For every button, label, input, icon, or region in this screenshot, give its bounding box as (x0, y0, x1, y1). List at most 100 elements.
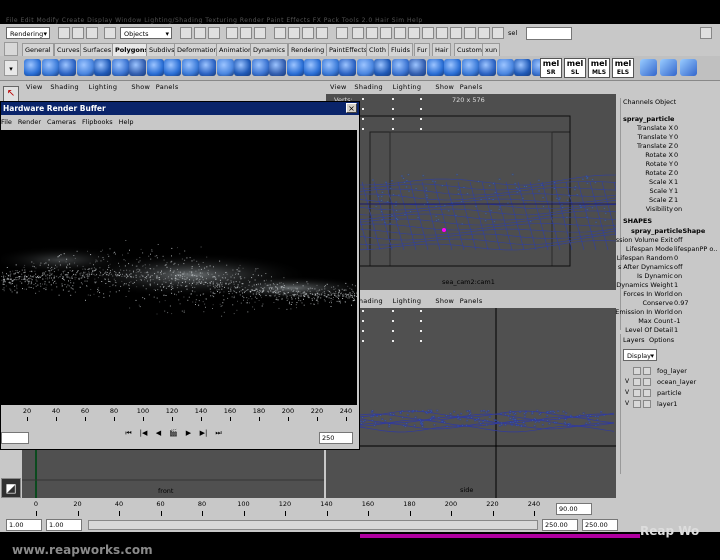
channel-value[interactable]: 1 (674, 178, 678, 187)
menuset-dropdown[interactable]: Rendering (6, 27, 50, 40)
snap-point-icon[interactable] (254, 27, 266, 39)
shelf-bridge-icon[interactable] (374, 59, 391, 76)
shelf-separate-icon[interactable] (339, 59, 356, 76)
side-viewport[interactable]: side (326, 308, 616, 498)
mel-button-sl[interactable]: mel SL (564, 58, 586, 78)
channel-row[interactable]: Lifespan Random 0 (617, 254, 720, 263)
channel-row[interactable]: s After Dynamics off (618, 263, 720, 272)
selection-mask-dropdown[interactable]: Objects (120, 27, 172, 40)
shelf-subdiv-icon[interactable] (426, 59, 444, 76)
playback-start-field[interactable]: 1.00 (46, 519, 82, 531)
layer-color-box[interactable] (643, 367, 651, 375)
shelf-bool-icon[interactable] (391, 59, 409, 76)
playback-end-field[interactable]: 250.00 (542, 519, 578, 531)
shelf-cut-icon[interactable] (409, 59, 426, 76)
channel-value[interactable]: on (674, 290, 682, 299)
shelf-tab-cloth[interactable]: Cloth (366, 43, 389, 57)
shelf-tool-b-icon[interactable] (660, 59, 677, 76)
first-frame-icon[interactable]: ⏮ (123, 428, 134, 439)
object-mode-icon[interactable] (194, 27, 206, 39)
layer-type-box[interactable] (633, 389, 641, 397)
channel-row[interactable]: Dynamics Weight 1 (616, 281, 720, 290)
mel-button-sr[interactable]: mel SR (540, 58, 562, 78)
panel-toggle-icon[interactable] (700, 27, 712, 39)
channel-row[interactable]: Lifespan Mode lifespanPP o.. (621, 245, 720, 254)
shelf-plane-icon[interactable] (94, 59, 111, 76)
quick-select-field[interactable] (526, 27, 572, 40)
current-frame-field[interactable]: 90.00 (556, 503, 592, 515)
shelf-cube-icon[interactable] (41, 59, 59, 76)
range-bar[interactable] (88, 520, 538, 530)
panel-menu-lighting[interactable]: Lighting (393, 296, 422, 306)
panel-menu-lighting[interactable]: Lighting (393, 82, 422, 92)
shelf-extrude-icon[interactable] (251, 59, 269, 76)
help-icon[interactable] (336, 27, 348, 39)
channel-row[interactable]: Scale Z1 (621, 196, 720, 205)
panel-menu-panels[interactable]: Panels (460, 296, 483, 306)
new-scene-icon[interactable] (58, 27, 70, 39)
layer-row[interactable]: Vparticle (623, 388, 719, 398)
shelf-tool-a-icon[interactable] (640, 59, 657, 76)
persp-viewport[interactable]: Verts: 720 x 576 sea_cam2:cam1 (326, 94, 616, 290)
toggle10-icon[interactable] (478, 27, 490, 39)
channel-value[interactable]: on (674, 205, 682, 214)
shelf-cylinder-icon[interactable] (59, 59, 76, 76)
channel-value[interactable]: 0 (674, 142, 678, 151)
shelf-append-icon[interactable] (216, 59, 234, 76)
window-menu-flipbooks[interactable]: Flipbooks (82, 118, 113, 126)
layer-row[interactable]: Vlayer1 (623, 399, 719, 409)
channel-value[interactable]: 0 (674, 160, 678, 169)
channel-value[interactable]: 0.97 (674, 299, 688, 308)
shelf-spin-icon[interactable] (444, 59, 461, 76)
shelf-pipe-icon[interactable] (146, 59, 164, 76)
snap-curve-icon[interactable] (240, 27, 252, 39)
layer-display-dropdown[interactable]: Display (623, 349, 657, 362)
window-menu-file[interactable]: File (1, 118, 12, 126)
channel-row[interactable]: Scale X1 (621, 178, 720, 187)
panel-menu-show[interactable]: Show (435, 82, 454, 92)
shelf-torus-icon[interactable] (111, 59, 129, 76)
hierarchy-icon[interactable] (180, 27, 192, 39)
layer-type-box[interactable] (633, 367, 641, 375)
select-mode-icon[interactable] (104, 27, 116, 39)
window-menu-render[interactable]: Render (18, 118, 41, 126)
window-menu-help[interactable]: Help (119, 118, 134, 126)
layer-visibility-toggle[interactable]: V (623, 400, 631, 408)
panel-menu-shading[interactable]: Shading (50, 82, 79, 92)
channel-row[interactable]: Forces In World on (621, 290, 720, 299)
last-frame-icon[interactable]: ⏭ (213, 428, 224, 439)
toggle11-icon[interactable] (492, 27, 504, 39)
toggle6-icon[interactable] (422, 27, 434, 39)
shelf-soccer-icon[interactable] (181, 59, 199, 76)
frame-ruler[interactable]: 20 40 60 80 100 120 140 160 180 200 220 240 (1, 407, 357, 421)
shelf-cone-icon[interactable] (76, 59, 94, 76)
shelf-helix-icon[interactable] (164, 59, 181, 76)
play-back-icon[interactable]: ◀ (153, 428, 164, 439)
channel-value[interactable]: 0 (674, 151, 678, 160)
channel-value[interactable]: 1 (674, 187, 678, 196)
shelf-duplicate-icon[interactable] (496, 59, 514, 76)
channel-value[interactable]: 0 (674, 133, 678, 142)
shelf-tab-painteffects[interactable]: PaintEffects (326, 43, 371, 57)
step-back-icon[interactable]: |◀ (138, 428, 149, 439)
panel-menu-view[interactable]: View (26, 82, 43, 92)
history-icon[interactable] (274, 27, 286, 39)
shelf-menu-icon[interactable] (4, 42, 18, 56)
panel-menu-show[interactable]: Show (435, 296, 454, 306)
ipr-icon[interactable] (302, 27, 314, 39)
shelf-tab-rendering[interactable]: Rendering (288, 43, 328, 57)
render-globals-icon[interactable] (316, 27, 328, 39)
shelf-sculpt-icon[interactable] (514, 59, 531, 76)
panel-menu-show[interactable]: Show (131, 82, 150, 92)
flipbook-icon[interactable]: 🎬 (168, 428, 179, 439)
start-frame-field[interactable] (1, 432, 29, 444)
shelf-tab-subdivs[interactable]: Subdivs (146, 43, 178, 57)
window-menu-cameras[interactable]: Cameras (47, 118, 76, 126)
shelf-sphere-icon[interactable] (24, 59, 41, 76)
front-viewport[interactable]: front (22, 450, 324, 498)
panel-menu-view[interactable]: View (330, 82, 347, 92)
toggle3-icon[interactable] (380, 27, 392, 39)
shelf-prism-icon[interactable] (129, 59, 146, 76)
shelf-tab-deformation[interactable]: Deformation (174, 43, 221, 57)
layers-menu[interactable]: Layers (623, 336, 645, 344)
